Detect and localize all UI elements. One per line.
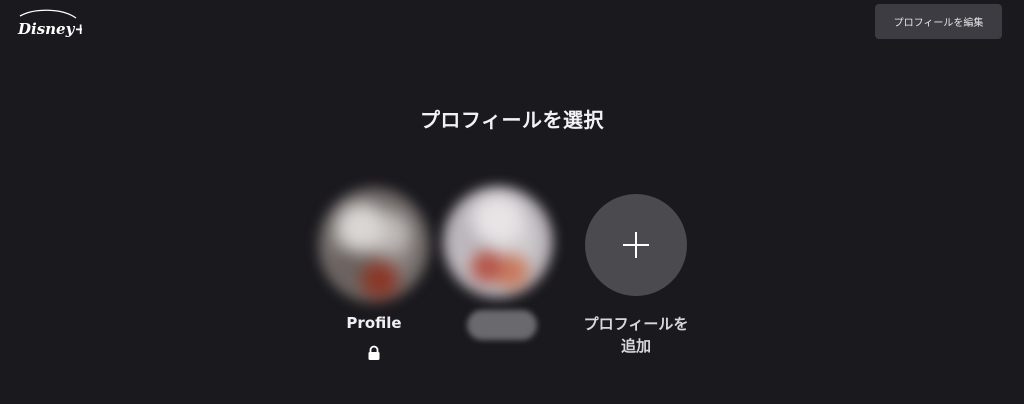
- add-profile-button[interactable]: [585, 194, 687, 296]
- logo-wordmark: Disney+: [17, 20, 82, 38]
- disney-plus-logo[interactable]: Disney+: [14, 6, 87, 42]
- profile-name[interactable]: Profile: [318, 314, 430, 332]
- add-profile-label-line2: 追加: [620, 337, 651, 355]
- plus-icon: [623, 232, 649, 258]
- profile-avatar[interactable]: [318, 187, 430, 303]
- edit-profiles-button[interactable]: プロフィールを編集: [875, 4, 1002, 39]
- add-profile-label-line1: プロフィールを: [583, 315, 689, 333]
- profile-name-redacted: [467, 310, 537, 340]
- page-title: プロフィールを選択: [419, 108, 605, 132]
- add-profile-label[interactable]: プロフィールを 追加: [565, 313, 707, 357]
- profile-avatar[interactable]: [443, 186, 553, 298]
- profile-select-page: Disney+ プロフィールを編集 プロフィールを選択 Profile プロフィ…: [0, 0, 1024, 404]
- lock-icon: [367, 345, 381, 361]
